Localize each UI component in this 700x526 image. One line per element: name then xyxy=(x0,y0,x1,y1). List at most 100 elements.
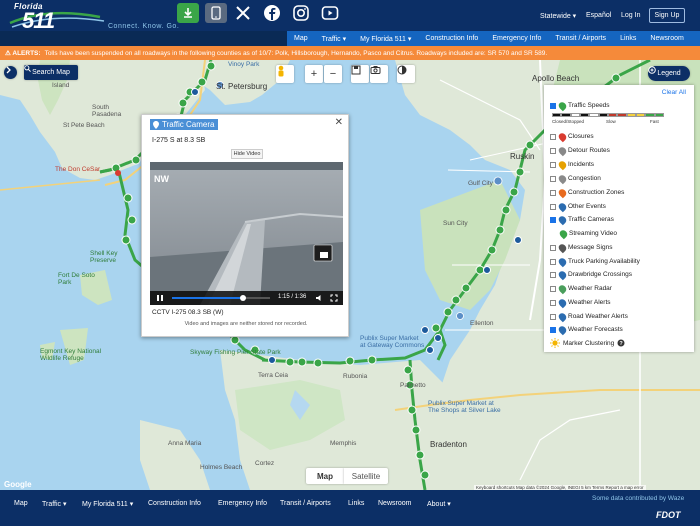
legend-panel: Clear All Traffic Speeds Closures Detour R… xyxy=(544,85,694,352)
legend-item-drawbridge-crossings[interactable]: Drawbridge Crossings xyxy=(550,269,632,280)
bottom-nav-transit-airports[interactable]: Transit / Airports xyxy=(280,500,331,507)
bottom-nav-traffic[interactable]: Traffic ▾ xyxy=(42,500,67,508)
help-icon[interactable]: ? xyxy=(617,339,625,347)
search-map-label: Search Map xyxy=(32,69,70,76)
nav-emergency-info[interactable]: Emergency Info xyxy=(485,31,548,46)
bottom-nav-my-florida-511[interactable]: My Florida 511 ▾ xyxy=(82,500,133,508)
legend-marker-icon xyxy=(557,173,568,184)
map-type-satellite-tab[interactable]: Satellite xyxy=(344,468,388,484)
legend-checkbox[interactable] xyxy=(550,285,556,292)
bottom-nav-map[interactable]: Map xyxy=(14,500,28,507)
legend-item-congestion[interactable]: Congestion xyxy=(550,173,601,184)
label-memphis: Memphis xyxy=(330,440,357,447)
label-anna-maria: Anna Maria xyxy=(168,440,202,447)
nav-map[interactable]: Map xyxy=(287,31,315,46)
legend-item-traffic-speeds[interactable]: Traffic Speeds xyxy=(550,100,610,111)
legend-checkbox[interactable] xyxy=(550,313,556,320)
nav-traffic[interactable]: Traffic ▾ xyxy=(315,31,354,46)
legend-item-other-events[interactable]: Other Events xyxy=(550,201,606,212)
nav-construction-info[interactable]: Construction Info xyxy=(418,31,485,46)
bottom-nav-construction-info[interactable]: Construction Info xyxy=(148,500,201,507)
camera-name: I-275 S at 8.3 SB xyxy=(152,137,206,144)
poi-marker xyxy=(115,170,121,176)
facebook-icon[interactable] xyxy=(261,3,283,23)
legend-marker-icon xyxy=(557,131,568,142)
legend-item-label: Other Events xyxy=(568,203,606,210)
bottom-nav-newsroom[interactable]: Newsroom xyxy=(378,500,411,507)
fullscreen-icon[interactable] xyxy=(330,294,338,302)
search-map-button[interactable]: Search Map xyxy=(24,65,78,80)
legend-item-incidents[interactable]: Incidents xyxy=(550,159,594,170)
save-map-icon[interactable] xyxy=(351,65,369,83)
hide-video-button[interactable]: Hide Video xyxy=(231,149,263,159)
legend-button[interactable]: Legend xyxy=(648,66,690,81)
nav-newsroom[interactable]: Newsroom xyxy=(643,31,690,46)
sun-icon xyxy=(550,338,560,348)
legend-checkbox[interactable] xyxy=(550,271,556,278)
legend-item-traffic-cameras[interactable]: Traffic Cameras xyxy=(550,214,614,225)
legend-item-weather-radar[interactable]: Weather Radar xyxy=(550,283,612,294)
legend-item-message-signs[interactable]: Message Signs xyxy=(550,242,612,253)
sidebar-toggle-icon[interactable] xyxy=(4,66,17,79)
legend-item-streaming-video[interactable]: Streaming Video xyxy=(558,228,617,239)
pegman-icon[interactable] xyxy=(276,65,294,83)
video-progress-track[interactable] xyxy=(172,295,270,301)
mute-icon[interactable] xyxy=(315,294,323,302)
legend-checkbox[interactable] xyxy=(550,216,556,223)
legend-item-detour-routes[interactable]: Detour Routes xyxy=(550,145,610,156)
app-download-icon[interactable] xyxy=(177,3,199,23)
legend-checkbox[interactable] xyxy=(550,161,556,168)
legend-checkbox[interactable] xyxy=(550,258,556,265)
nav-transit-airports[interactable]: Transit / Airports xyxy=(548,31,613,46)
legend-checkbox[interactable] xyxy=(550,203,556,210)
legend-item-label: Construction Zones xyxy=(568,189,625,196)
legend-marker-icon xyxy=(557,311,568,322)
pause-icon[interactable] xyxy=(156,294,164,302)
legend-checkbox[interactable] xyxy=(550,244,556,251)
instagram-icon[interactable] xyxy=(290,3,312,23)
contrast-toggle-icon[interactable] xyxy=(397,65,415,83)
legend-checkbox[interactable] xyxy=(550,299,556,306)
clear-all-link[interactable]: Clear All xyxy=(662,89,686,96)
legend-checkbox[interactable] xyxy=(550,133,556,140)
legend-checkbox[interactable] xyxy=(550,189,556,196)
label-rubonia: Rubonia xyxy=(343,373,368,380)
legend-checkbox[interactable] xyxy=(550,102,556,109)
youtube-icon[interactable] xyxy=(319,3,341,23)
statewide-select[interactable]: Statewide ▾ xyxy=(540,12,576,20)
x-twitter-icon[interactable] xyxy=(232,3,254,23)
legend-item-closures[interactable]: Closures xyxy=(550,131,594,142)
bottom-nav-links[interactable]: Links xyxy=(348,500,364,507)
camera-caption: CCTV I-275 08.3 SB (W) xyxy=(152,309,224,316)
video-progress-knob[interactable] xyxy=(239,295,246,301)
phone-app-icon[interactable] xyxy=(205,3,227,23)
bottom-nav-about[interactable]: About ▾ xyxy=(427,500,451,508)
label-south-pasadena: South Pasadena xyxy=(92,104,122,118)
camera-video[interactable]: NW 1:15 / 1:36 xyxy=(150,162,343,305)
language-link[interactable]: Español xyxy=(586,12,611,19)
legend-item-label: Traffic Cameras xyxy=(568,216,614,223)
zoom-out-button[interactable]: − xyxy=(324,65,342,83)
close-icon[interactable]: ✕ xyxy=(335,117,343,128)
camera-popup-title: Traffic Camera xyxy=(150,119,219,130)
label-cortez: Cortez xyxy=(255,460,275,467)
nav-links[interactable]: Links xyxy=(613,31,643,46)
legend-checkbox[interactable] xyxy=(550,147,556,154)
legend-item-road-weather-alerts[interactable]: Road Weather Alerts xyxy=(550,311,628,322)
marker-clustering-row[interactable]: Marker Clustering ? xyxy=(550,338,625,348)
signup-button[interactable]: Sign Up xyxy=(649,8,685,23)
legend-item-truck-parking-availability[interactable]: Truck Parking Availability xyxy=(550,256,640,267)
nav-my-florida-511[interactable]: My Florida 511 ▾ xyxy=(353,31,418,46)
legend-item-weather-alerts[interactable]: Weather Alerts xyxy=(550,297,611,308)
legend-checkbox[interactable] xyxy=(550,175,556,182)
bottom-nav-emergency-info[interactable]: Emergency Info xyxy=(218,500,267,507)
florida-511-logo[interactable]: Florida 511 xyxy=(8,2,105,33)
legend-item-construction-zones[interactable]: Construction Zones xyxy=(550,187,624,198)
legend-marker-icon xyxy=(557,324,568,335)
login-link[interactable]: Log In xyxy=(621,12,640,19)
zoom-in-button[interactable]: + xyxy=(305,65,323,83)
map-type-map-tab[interactable]: Map xyxy=(306,468,344,484)
legend-item-weather-forecasts[interactable]: Weather Forecasts xyxy=(550,324,623,335)
camera-snapshot-icon[interactable] xyxy=(370,65,388,83)
legend-checkbox[interactable] xyxy=(550,326,556,333)
